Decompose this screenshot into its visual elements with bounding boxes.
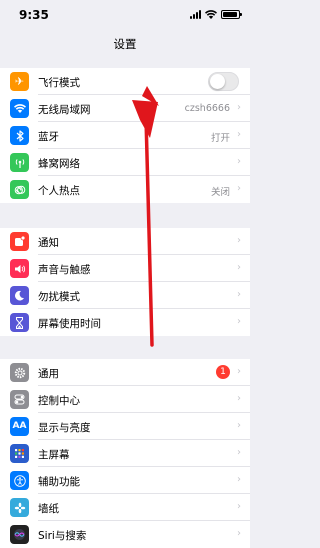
wifi-status-icon: [205, 9, 217, 19]
airplane-icon: ✈: [10, 72, 29, 91]
row-label: 辅助功能: [38, 476, 80, 488]
control-center-icon: [10, 390, 29, 409]
row-label: 个人热点: [38, 185, 80, 197]
row-label: 通用: [38, 368, 59, 380]
chevron-right-icon: ›: [237, 316, 241, 327]
notifications-icon: [10, 232, 29, 251]
chevron-right-icon: ›: [237, 366, 241, 377]
settings-row-notifications[interactable]: 通知 ›: [0, 228, 250, 255]
airplane-mode-toggle[interactable]: [208, 72, 239, 91]
row-label: 蓝牙: [38, 131, 59, 143]
settings-row-wifi[interactable]: 无线局域网 czsh6666 ›: [0, 95, 250, 122]
settings-row-airplane-mode: ✈ 飞行模式: [0, 68, 250, 95]
home-screen-icon: [10, 444, 29, 463]
chevron-right-icon: ›: [237, 289, 241, 300]
moon-icon: [10, 286, 29, 305]
wifi-network-value: czsh6666: [184, 103, 230, 114]
battery-icon: [221, 9, 242, 19]
settings-row-home-screen[interactable]: 主屏幕 ›: [0, 440, 250, 467]
accessibility-icon: [10, 471, 29, 490]
chevron-right-icon: ›: [237, 262, 241, 273]
bluetooth-value: 打开: [210, 133, 230, 144]
bluetooth-icon: [10, 126, 29, 145]
siri-icon: [10, 525, 29, 544]
settings-row-cellular[interactable]: 蜂窝网络 ›: [0, 149, 250, 176]
chevron-right-icon: ›: [237, 528, 241, 539]
chevron-right-icon: ›: [237, 420, 241, 431]
hotspot-value: 关闭: [210, 187, 230, 198]
toggle-knob: [210, 74, 225, 89]
hotspot-icon: [10, 180, 29, 199]
row-label: 显示与亮度: [38, 422, 91, 434]
settings-row-control-center[interactable]: 控制中心 ›: [0, 386, 250, 413]
cellular-signal-icon: [190, 9, 201, 19]
chevron-right-icon: ›: [237, 156, 241, 167]
settings-row-general[interactable]: 通用 1 ›: [0, 359, 250, 386]
row-label: 无线局域网: [38, 104, 91, 116]
status-time: 9:35: [19, 8, 49, 22]
notifications-group: 通知 › 声音与触感 › 勿扰模式 › 屏幕使用时间 ›: [0, 228, 250, 336]
connectivity-group: ✈ 飞行模式 无线局域网 czsh6666 › 蓝牙 打开 › 蜂窝网络 › 个…: [0, 68, 250, 203]
sound-icon: [10, 259, 29, 278]
general-group: 通用 1 › 控制中心 › AA 显示与亮度 › 主屏幕 › 辅助功能 › 墙纸…: [0, 359, 250, 548]
chevron-right-icon: ›: [237, 501, 241, 512]
row-label: 主屏幕: [38, 449, 70, 461]
wifi-icon: [10, 99, 29, 118]
settings-row-wallpaper[interactable]: 墙纸 ›: [0, 494, 250, 521]
settings-row-hotspot[interactable]: 个人热点 关闭 ›: [0, 176, 250, 203]
chevron-right-icon: ›: [237, 183, 241, 194]
settings-row-bluetooth[interactable]: 蓝牙 打开 ›: [0, 122, 250, 149]
settings-row-display[interactable]: AA 显示与亮度 ›: [0, 413, 250, 440]
chevron-right-icon: ›: [237, 129, 241, 140]
row-label: 通知: [38, 237, 59, 249]
settings-row-siri[interactable]: Siri与搜索 ›: [0, 521, 250, 548]
chevron-right-icon: ›: [237, 474, 241, 485]
settings-row-sounds[interactable]: 声音与触感 ›: [0, 255, 250, 282]
status-bar: 9:35: [0, 0, 250, 26]
row-label: 蜂窝网络: [38, 158, 80, 170]
row-label: 声音与触感: [38, 264, 91, 276]
settings-row-accessibility[interactable]: 辅助功能 ›: [0, 467, 250, 494]
page-title: 设置: [113, 37, 137, 51]
cellular-icon: [10, 153, 29, 172]
wallpaper-icon: [10, 498, 29, 517]
chevron-right-icon: ›: [237, 447, 241, 458]
gear-icon: [10, 363, 29, 382]
chevron-right-icon: ›: [237, 393, 241, 404]
row-label: 屏幕使用时间: [38, 318, 101, 330]
settings-row-screen-time[interactable]: 屏幕使用时间 ›: [0, 309, 250, 336]
hourglass-icon: [10, 313, 29, 332]
row-label: 控制中心: [38, 395, 80, 407]
chevron-right-icon: ›: [237, 102, 241, 113]
display-icon: AA: [10, 417, 29, 436]
row-label: 飞行模式: [38, 77, 80, 89]
row-label: Siri与搜索: [38, 530, 87, 542]
status-icons: [190, 9, 242, 19]
settings-row-do-not-disturb[interactable]: 勿扰模式 ›: [0, 282, 250, 309]
chevron-right-icon: ›: [237, 235, 241, 246]
row-label: 墙纸: [38, 503, 59, 515]
row-label: 勿扰模式: [38, 291, 80, 303]
update-badge: 1: [216, 365, 230, 379]
